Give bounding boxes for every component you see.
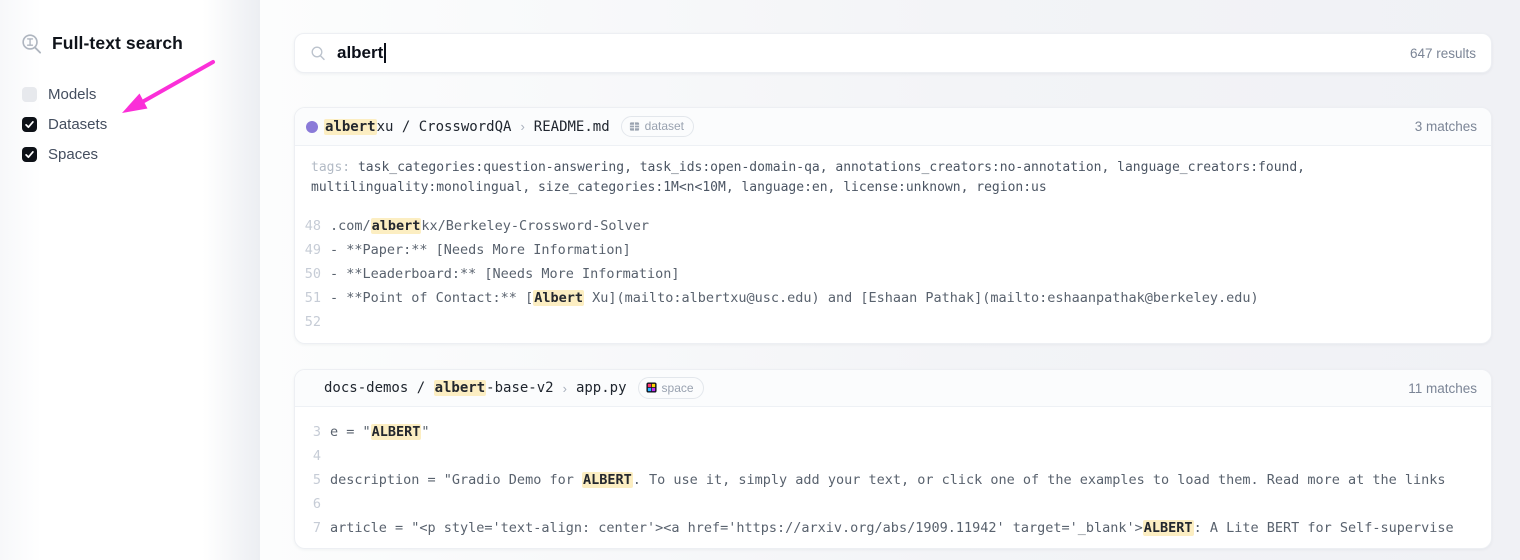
filter-models[interactable]: Models — [22, 84, 107, 105]
result-card-header[interactable]: albertxu / CrosswordQA › README.md dataset 3… — [295, 108, 1491, 146]
code-line[interactable]: 49 - **Paper:** [Needs More Information] — [295, 238, 1491, 262]
repo-avatar-placeholder — [306, 382, 318, 394]
filter-datasets[interactable]: Datasets — [22, 114, 107, 135]
match-count: 3 matches — [1415, 119, 1477, 134]
code-text-segment: -base-v2 — [486, 380, 553, 396]
text-search-icon — [20, 32, 43, 55]
search-query-text: albert — [337, 43, 383, 63]
code-text-segment: . To use it, simply add your text, or cl… — [633, 472, 1446, 488]
line-number: 51 — [295, 290, 321, 306]
code-line[interactable]: 6 — [295, 492, 1491, 516]
line-number: 50 — [295, 266, 321, 282]
code-text: - **Leaderboard:** [Needs More Informati… — [330, 266, 680, 282]
page-title-row: Full-text search — [20, 32, 183, 55]
code-line[interactable]: 52 — [295, 310, 1491, 334]
code-text-segment: e = " — [330, 424, 371, 440]
code-text-segment: : A Lite BERT for Self-supervise — [1194, 520, 1454, 536]
code-line[interactable]: 50 - **Leaderboard:** [Needs More Informa… — [295, 262, 1491, 286]
code-text-segment: article = "<p style='text-align: center'… — [330, 520, 1143, 536]
line-number: 49 — [295, 242, 321, 258]
code-text: e = "ALBERT" — [330, 424, 430, 440]
datasets-label: Datasets — [48, 116, 107, 133]
code-text-segment: - **Paper:** [Needs More Information] — [330, 242, 631, 258]
result-card: docs-demos / albert-base-v2 › app.py space 1… — [294, 369, 1492, 549]
badge-label: space — [662, 381, 694, 395]
tags-line: tags: task_categories:question-answering… — [311, 158, 1475, 197]
code-text-segment: description = "Gradio Demo for — [330, 472, 582, 488]
code-line[interactable]: 4 — [295, 444, 1491, 468]
spaces-label: Spaces — [48, 146, 98, 163]
page-title: Full-text search — [52, 33, 183, 54]
code-line[interactable]: 51 - **Point of Contact:** [Albert Xu](ma… — [295, 286, 1491, 310]
chevron-right-icon: › — [563, 381, 567, 396]
line-number: 4 — [295, 448, 321, 464]
dataset-badge: dataset — [621, 116, 694, 138]
code-line[interactable]: 7 article = "<p style='text-align: center… — [295, 516, 1491, 540]
search-highlight: Albert — [533, 290, 584, 306]
result-card-header[interactable]: docs-demos / albert-base-v2 › app.py space 1… — [295, 370, 1491, 407]
text-cursor — [384, 43, 386, 63]
search-highlight: albert — [434, 380, 487, 396]
result-card: albertxu / CrosswordQA›README.mddataset3… — [294, 107, 1492, 344]
code-text-segment: - **Leaderboard:** [Needs More Informati… — [330, 266, 680, 282]
search-icon — [310, 45, 326, 61]
code-text: .com/albertkx/Berkeley-Crossword-Solver — [330, 218, 649, 234]
search-highlight: albert — [371, 218, 422, 234]
search-input[interactable]: albert 647 results — [294, 33, 1492, 73]
search-results-area: albert 647 results albertxu / CrosswordQ… — [260, 0, 1520, 560]
code-text: - **Point of Contact:** [Albert Xu](mail… — [330, 290, 1259, 306]
code-line[interactable]: 3 e = "ALBERT" — [295, 420, 1491, 444]
space-icon — [646, 382, 657, 393]
line-number: 48 — [295, 218, 321, 234]
code-text-segment: kx/Berkeley-Crossword-Solver — [421, 218, 649, 234]
code-text: article = "<p style='text-align: center'… — [330, 520, 1454, 536]
search-highlight: ALBERT — [371, 424, 422, 440]
chevron-right-icon: › — [520, 119, 524, 134]
models-label: Models — [48, 86, 96, 103]
code-line[interactable]: 48 .com/albertkx/Berkeley-Crossword-Solve… — [295, 214, 1491, 238]
code-text: description = "Gradio Demo for ALBERT. T… — [330, 472, 1446, 488]
code-text-segment: Xu](mailto:albertxu@usc.edu) and [Eshaan… — [584, 290, 1259, 306]
badge-label: dataset — [645, 119, 684, 133]
search-highlight: ALBERT — [582, 472, 633, 488]
repo-avatar — [306, 121, 318, 133]
code-text: - **Paper:** [Needs More Information] — [330, 242, 631, 258]
code-text-segment: " — [421, 424, 429, 440]
models-checkbox[interactable] — [22, 87, 37, 102]
file-name-link[interactable]: app.py — [576, 380, 627, 396]
line-number: 3 — [295, 424, 321, 440]
tags-label: tags: — [311, 160, 358, 175]
line-number: 52 — [295, 314, 321, 330]
results-count: 647 results — [1410, 46, 1476, 61]
tags-value: task_categories:question-answering, task… — [311, 160, 1305, 195]
filter-list: Models Datasets Spaces — [22, 84, 107, 165]
code-text-segment: xu / CrosswordQA — [377, 119, 512, 135]
code-snippet: 3e = "ALBERT"45description = "Gradio Dem… — [295, 420, 1491, 540]
line-number: 6 — [295, 496, 321, 512]
match-count: 11 matches — [1408, 381, 1477, 396]
results-list: albertxu / CrosswordQA›README.mddataset3… — [294, 107, 1492, 549]
filter-spaces[interactable]: Spaces — [22, 144, 107, 165]
code-text-segment: .com/ — [330, 218, 371, 234]
code-text-segment: docs-demos / — [324, 380, 434, 396]
datasets-checkbox[interactable] — [22, 117, 37, 132]
line-number: 7 — [295, 520, 321, 536]
file-name-link[interactable]: README.md — [534, 119, 610, 135]
repo-path-link[interactable]: albertxu / CrosswordQA — [324, 119, 511, 135]
code-text-segment: - **Point of Contact:** [ — [330, 290, 533, 306]
spaces-checkbox[interactable] — [22, 147, 37, 162]
repo-path-link[interactable]: docs-demos / albert-base-v2 — [324, 380, 554, 396]
code-line[interactable]: 5 description = "Gradio Demo for ALBERT. … — [295, 468, 1491, 492]
search-highlight: albert — [324, 119, 377, 135]
code-snippet: 48 .com/albertkx/Berkeley-Crossword-Solve… — [295, 214, 1491, 334]
search-highlight: ALBERT — [1143, 520, 1194, 536]
space-badge: space — [638, 377, 704, 399]
filter-sidebar: Full-text search Models Datasets Spaces — [0, 0, 260, 560]
line-number: 5 — [295, 472, 321, 488]
dataset-icon — [629, 121, 640, 132]
